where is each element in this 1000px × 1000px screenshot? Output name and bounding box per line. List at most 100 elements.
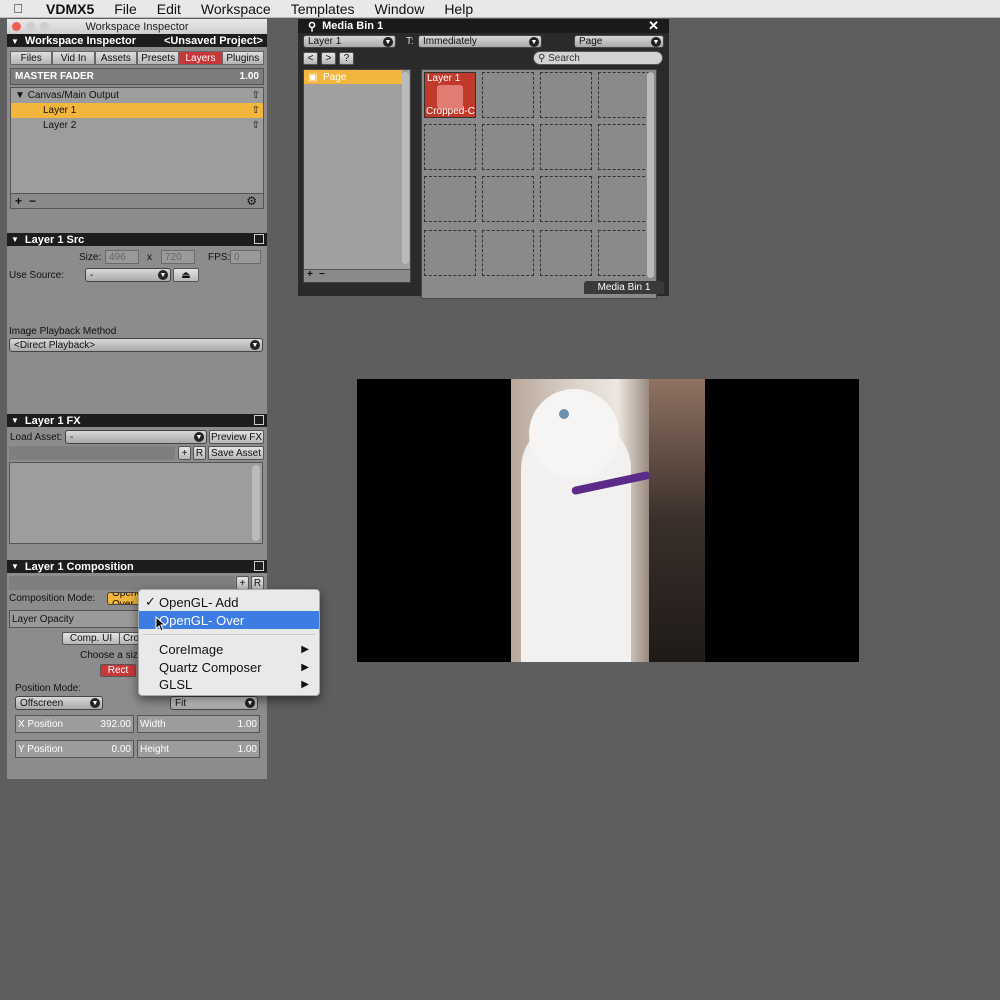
fps-field[interactable]: 0 <box>230 250 261 264</box>
clip-slot[interactable] <box>482 176 534 222</box>
media-bin-titlebar[interactable]: ⚲ Media Bin 1 ✕ <box>298 18 669 34</box>
tab-layers[interactable]: Layers <box>179 51 222 65</box>
y-position-slider[interactable]: Y Position 0.00 <box>15 740 134 758</box>
fit-select[interactable]: Fit ▼ <box>170 696 258 710</box>
close-icon[interactable]: ✕ <box>648 18 659 34</box>
minimize-window-icon[interactable] <box>26 22 35 31</box>
fx-scrollbar[interactable] <box>252 465 260 541</box>
add-layer-button[interactable]: + <box>15 194 22 208</box>
menu-workspace[interactable]: Workspace <box>191 1 281 17</box>
clip-slot[interactable] <box>482 124 534 170</box>
gear-icon[interactable]: ⚙ <box>246 194 257 208</box>
tab-assets[interactable]: Assets <box>94 51 137 65</box>
clip-slot[interactable] <box>540 176 592 222</box>
menu-item-coreimage[interactable]: CoreImage ▶ <box>139 640 319 658</box>
clip-grid-scrollbar[interactable] <box>647 72 654 278</box>
eject-button[interactable]: ⏏ <box>173 268 199 282</box>
collapse-triangle-icon[interactable]: ▼ <box>11 416 19 425</box>
submenu-arrow-icon: ▶ <box>301 643 309 655</box>
popout-icon[interactable] <box>254 561 264 571</box>
clip-slot[interactable] <box>598 72 650 118</box>
clip-slot[interactable] <box>540 72 592 118</box>
tree-item-layer-1[interactable]: Layer 1 ⇧ <box>11 103 263 118</box>
clip-slot[interactable] <box>540 230 592 276</box>
clip-slot[interactable] <box>598 176 650 222</box>
master-fader[interactable]: MASTER FADER 1.00 <box>10 68 264 85</box>
clip-slot[interactable] <box>540 124 592 170</box>
fx-list[interactable] <box>9 462 263 544</box>
collapse-triangle-icon[interactable]: ▼ <box>11 562 19 571</box>
remove-layer-button[interactable]: − <box>29 194 36 208</box>
clip-slot-filled[interactable]: Layer 1 Cropped-Ca <box>424 72 476 118</box>
position-mode-select[interactable]: Offscreen ▼ <box>15 696 103 710</box>
search-icon[interactable]: ⚲ <box>308 20 316 33</box>
use-source-select[interactable]: - ▼ <box>85 268 171 282</box>
tab-presets[interactable]: Presets <box>136 51 180 65</box>
add-page-button[interactable]: + <box>307 269 313 280</box>
clip-slot[interactable] <box>598 230 650 276</box>
collapse-triangle-icon[interactable]: ▼ <box>11 235 19 244</box>
menu-app[interactable]: VDMX5 <box>36 1 104 17</box>
media-bin-tab[interactable]: Media Bin 1 <box>584 281 664 294</box>
fx-section-header[interactable]: ▼ Layer 1 FX <box>7 414 267 427</box>
menu-item-glsl[interactable]: GLSL ▶ <box>139 675 319 693</box>
help-button[interactable]: ? <box>339 52 354 65</box>
export-icon[interactable]: ⇧ <box>252 90 260 101</box>
width-slider[interactable]: Width 1.00 <box>137 715 260 733</box>
tab-comp-ui[interactable]: Comp. UI <box>62 632 120 645</box>
clip-slot[interactable] <box>424 176 476 222</box>
x-position-slider[interactable]: X Position 392.00 <box>15 715 134 733</box>
composition-section-header[interactable]: ▼ Layer 1 Composition <box>7 560 267 573</box>
load-asset-select[interactable]: - ▼ <box>65 430 207 444</box>
export-icon[interactable]: ⇧ <box>252 105 260 116</box>
page-select[interactable]: Page ▼ <box>574 35 664 48</box>
playback-method-select[interactable]: <Direct Playback> ▼ <box>9 338 263 352</box>
close-window-icon[interactable] <box>12 22 21 31</box>
apple-icon[interactable]:  <box>0 1 36 16</box>
trigger-select[interactable]: Immediately ▼ <box>418 35 542 48</box>
height-field[interactable]: 720 <box>161 250 195 264</box>
save-asset-button[interactable]: Save Asset <box>208 446 264 460</box>
tree-item-layer-2[interactable]: Layer 2 ⇧ <box>11 118 263 133</box>
page-list-item[interactable]: ▣ Page <box>304 70 402 84</box>
layer-select[interactable]: Layer 1 ▼ <box>303 35 396 48</box>
menu-templates[interactable]: Templates <box>281 1 365 17</box>
page-list-scrollbar[interactable] <box>402 72 409 264</box>
prev-page-button[interactable]: < <box>303 52 318 65</box>
tab-vid-in[interactable]: Vid In <box>52 51 95 65</box>
width-field[interactable]: 496 <box>105 250 139 264</box>
menu-edit[interactable]: Edit <box>147 1 191 17</box>
clip-slot[interactable] <box>598 124 650 170</box>
clip-slot[interactable] <box>482 230 534 276</box>
clip-slot[interactable] <box>482 72 534 118</box>
tree-root[interactable]: ▼ Canvas/Main Output ⇧ <box>11 88 263 103</box>
add-fx-button[interactable]: + <box>178 446 191 460</box>
export-icon[interactable]: ⇧ <box>252 120 260 131</box>
comp-r-button[interactable]: R <box>251 576 264 590</box>
window-titlebar[interactable]: Workspace Inspector <box>7 19 267 34</box>
collapse-triangle-icon[interactable]: ▼ <box>11 37 19 46</box>
popout-icon[interactable] <box>254 415 264 425</box>
next-page-button[interactable]: > <box>321 52 336 65</box>
preview-fx-button[interactable]: Preview FX <box>209 430 264 444</box>
menu-help[interactable]: Help <box>434 1 483 17</box>
tab-plugins[interactable]: Plugins <box>221 51 264 65</box>
src-section-header[interactable]: ▼ Layer 1 Src <box>7 233 267 246</box>
fx-r-button[interactable]: R <box>193 446 206 460</box>
search-input[interactable]: ⚲ Search <box>533 51 663 65</box>
tab-files[interactable]: Files <box>10 51 53 65</box>
popout-icon[interactable] <box>254 234 264 244</box>
menu-item-opengl-add[interactable]: ✓ OpenGL- Add <box>139 593 319 611</box>
menu-window[interactable]: Window <box>365 1 435 17</box>
height-slider[interactable]: Height 1.00 <box>137 740 260 758</box>
clip-slot[interactable] <box>424 230 476 276</box>
zoom-window-icon[interactable] <box>40 22 49 31</box>
menu-file[interactable]: File <box>104 1 147 17</box>
menu-item-quartz-composer[interactable]: Quartz Composer ▶ <box>139 658 319 676</box>
remove-page-button[interactable]: − <box>319 269 325 280</box>
fx-toolbar-strip <box>9 446 175 460</box>
rect-button[interactable]: Rect <box>100 664 136 677</box>
clip-slot[interactable] <box>424 124 476 170</box>
add-comp-button[interactable]: + <box>236 576 249 590</box>
disclosure-triangle-icon[interactable]: ▼ <box>15 90 25 101</box>
